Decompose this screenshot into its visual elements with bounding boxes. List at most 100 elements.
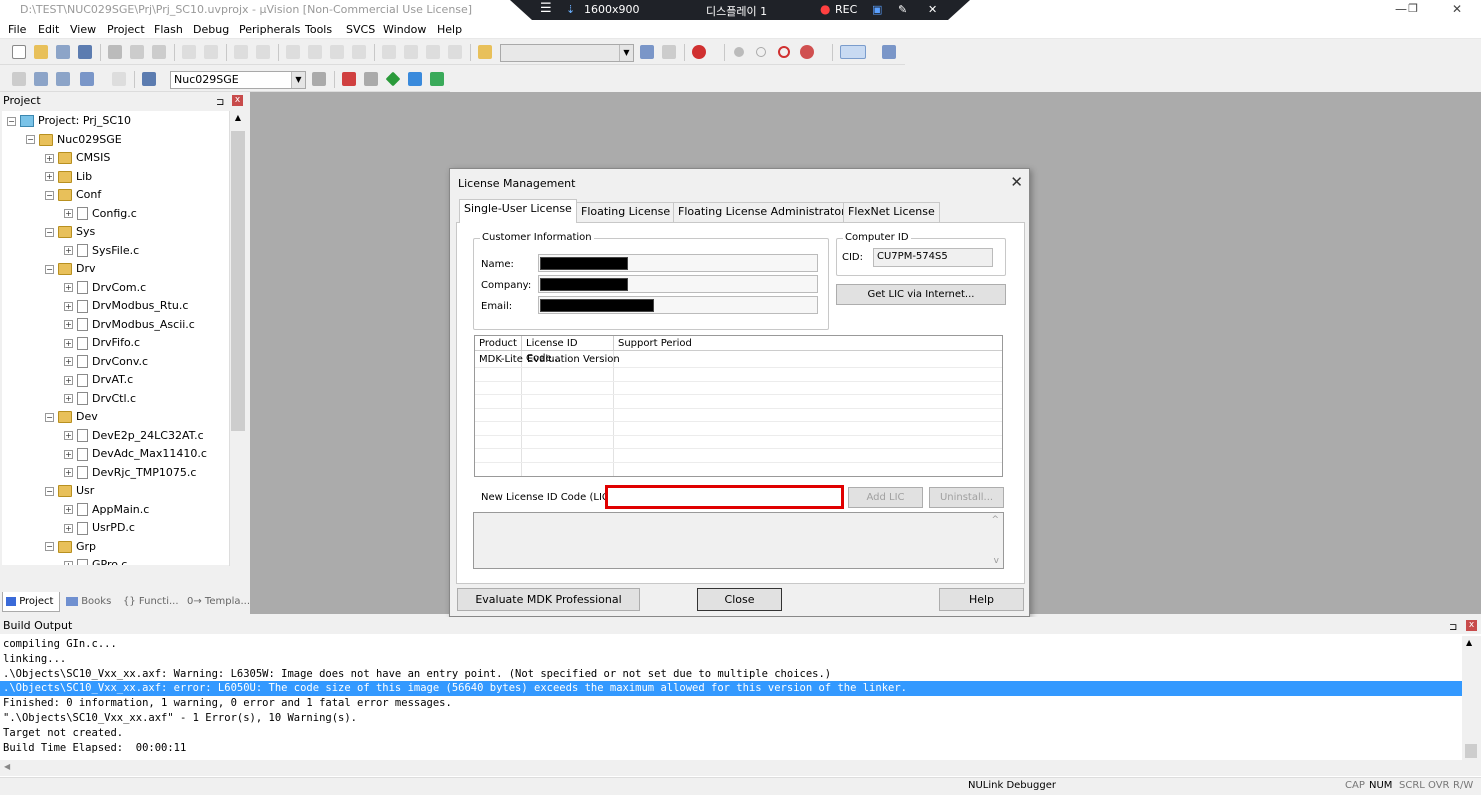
expand-icon[interactable]: + [64, 209, 73, 218]
menu-file[interactable]: File [8, 23, 26, 36]
bookmark-icon[interactable] [286, 45, 300, 59]
collapse-icon[interactable]: − [7, 116, 16, 126]
col-license-id-header[interactable]: License ID Code... [522, 336, 614, 364]
next-bookmark-icon[interactable] [330, 45, 344, 59]
tree-item[interactable]: + DevRjc_TMP1075.c [64, 464, 196, 482]
menu-icon[interactable]: ☰ [540, 1, 552, 16]
manage-project-icon[interactable] [342, 72, 356, 86]
tree-item[interactable]: + DevAdc_Max11410.c [64, 445, 207, 463]
batch-build-icon[interactable] [80, 72, 94, 86]
tab-floating-license[interactable]: Floating License [576, 202, 676, 222]
tree-item[interactable]: + DevE2p_24LC32AT.c [64, 427, 204, 445]
build-pin-icon[interactable]: ⊐ [1449, 619, 1457, 636]
save-icon[interactable] [56, 45, 70, 59]
configure-icon[interactable] [882, 45, 896, 59]
tree-item[interactable]: − Project: Prj_SC10 [7, 112, 131, 130]
menu-svcs[interactable]: SVCS [346, 23, 375, 36]
comment-icon[interactable] [426, 45, 440, 59]
expand-icon[interactable]: + [64, 394, 73, 403]
window-layout-icon[interactable] [840, 45, 866, 59]
menu-tools[interactable]: Tools [305, 23, 332, 36]
target-options-icon[interactable] [312, 72, 326, 86]
new-lic-input[interactable] [605, 485, 844, 509]
tree-item[interactable]: − Grp [45, 538, 96, 556]
tab-books[interactable]: Books [63, 592, 117, 612]
download-icon[interactable] [142, 72, 156, 86]
menu-debug[interactable]: Debug [193, 23, 229, 36]
tree-item[interactable]: + DrvModbus_Rtu.c [64, 297, 188, 315]
rec-label[interactable]: REC [835, 3, 857, 16]
tree-item[interactable]: + AppMain.c [64, 501, 149, 519]
menu-flash[interactable]: Flash [154, 23, 183, 36]
tree-item[interactable]: + GPro.c [64, 556, 127, 565]
tree-item[interactable]: − Sys [45, 223, 95, 241]
file-extensions-icon[interactable] [364, 72, 378, 86]
nav-forward-icon[interactable] [256, 45, 270, 59]
pen-icon[interactable]: ✎ [898, 3, 907, 16]
tab-single-user-license[interactable]: Single-User License [459, 199, 577, 223]
find-in-files-icon[interactable] [478, 45, 492, 59]
tree-vertical-scrollbar[interactable]: ▲ [229, 111, 246, 566]
menu-window[interactable]: Window [383, 23, 426, 36]
indent-icon[interactable] [382, 45, 396, 59]
translate-icon[interactable] [12, 72, 26, 86]
pin-icon[interactable]: ⇣ [566, 3, 575, 16]
collapse-icon[interactable]: − [45, 542, 54, 551]
expand-icon[interactable]: + [64, 523, 73, 533]
expand-icon[interactable]: + [64, 560, 73, 565]
col-product-header[interactable]: Product [475, 336, 522, 351]
evaluate-mdk-professional-button[interactable]: Evaluate MDK Professional [457, 588, 640, 611]
tree-item[interactable]: − Usr [45, 482, 94, 500]
expand-icon[interactable]: + [45, 172, 54, 181]
rebuild-icon[interactable] [56, 72, 70, 86]
expand-icon[interactable]: + [64, 338, 73, 348]
tab-flexnet-license[interactable]: FlexNet License [843, 202, 940, 222]
collapse-icon[interactable]: − [45, 412, 54, 422]
tree-item[interactable]: − Nuc029SGE [26, 131, 122, 149]
breakpoint-icon[interactable] [734, 47, 744, 57]
expand-icon[interactable]: + [64, 375, 73, 385]
dialog-close-icon[interactable]: ✕ [1010, 173, 1023, 191]
build-close-icon[interactable]: x [1466, 620, 1477, 631]
menu-project[interactable]: Project [107, 23, 145, 36]
build-scroll-up-icon[interactable]: ▲ [1466, 638, 1472, 647]
clear-bookmarks-icon[interactable] [352, 45, 366, 59]
tree-item[interactable]: + DrvAT.c [64, 371, 133, 389]
expand-icon[interactable]: + [64, 301, 73, 311]
undo-icon[interactable] [182, 45, 196, 59]
scroll-up-icon[interactable]: ▲ [231, 111, 245, 125]
disable-all-breakpoints-icon[interactable] [800, 45, 814, 59]
run-time-env-icon[interactable] [430, 72, 444, 86]
prev-bookmark-icon[interactable] [308, 45, 322, 59]
tree-item[interactable]: + DrvFifo.c [64, 334, 140, 352]
find-icon[interactable] [640, 45, 654, 59]
copy-icon[interactable] [130, 45, 144, 59]
find-combo[interactable]: ▼ [500, 44, 634, 62]
menu-help[interactable]: Help [437, 23, 462, 36]
target-combo[interactable]: Nuc029SGE ▼ [170, 71, 306, 89]
build-scroll-left-icon[interactable]: ◀ [4, 762, 10, 771]
menu-peripherals[interactable]: Peripherals [239, 23, 300, 36]
menu-edit[interactable]: Edit [38, 23, 59, 36]
expand-icon[interactable]: + [64, 283, 73, 292]
tab-templates[interactable]: 0→ Templa... [184, 592, 250, 612]
nav-back-icon[interactable] [234, 45, 248, 59]
disable-breakpoint-icon[interactable] [756, 47, 766, 57]
close-button[interactable]: Close [697, 588, 782, 611]
tab-functions[interactable]: {} Functi... [120, 592, 182, 612]
panel-close-icon[interactable]: x [232, 95, 243, 106]
build-scroll-thumb[interactable] [1465, 744, 1477, 758]
new-file-icon[interactable] [12, 45, 26, 59]
build-horizontal-scrollbar[interactable]: ◀ [0, 760, 1481, 776]
stop-build-icon[interactable] [112, 72, 126, 86]
col-support-period-header[interactable]: Support Period [614, 336, 1002, 351]
pin-icon[interactable]: ⊐ [216, 94, 224, 111]
expand-icon[interactable]: + [64, 431, 73, 440]
expand-icon[interactable]: + [64, 505, 73, 514]
msg-scroll-down-icon[interactable]: v [994, 556, 999, 566]
expand-icon[interactable]: + [64, 357, 73, 366]
tree-item[interactable]: + UsrPD.c [64, 519, 135, 537]
tree-item[interactable]: − Drv [45, 260, 96, 278]
expand-icon[interactable]: + [64, 320, 73, 329]
select-packs-icon[interactable] [408, 72, 422, 86]
